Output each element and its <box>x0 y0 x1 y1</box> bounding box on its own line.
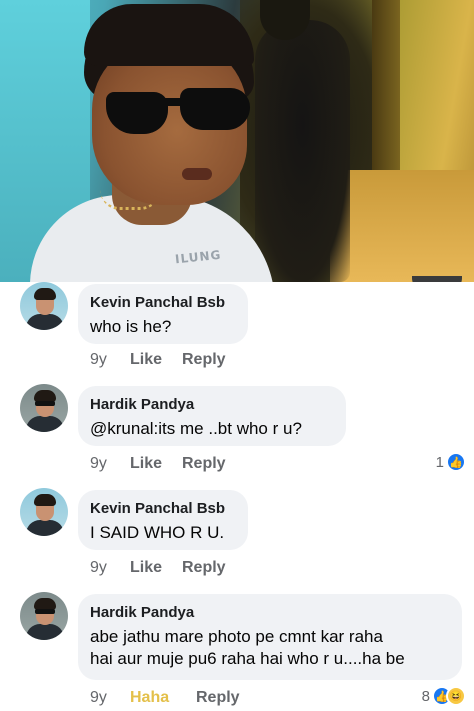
like-button[interactable]: Like <box>130 350 182 370</box>
haha-reaction-button[interactable]: Haha <box>130 688 196 708</box>
avatar[interactable] <box>20 384 68 432</box>
laughing-face-icon: 😆 <box>446 686 466 706</box>
commenter-name[interactable]: Kevin Panchal Bsb <box>90 499 234 519</box>
reaction-number: 8 <box>421 687 430 705</box>
comment-actions: 9y Like Reply <box>90 558 226 578</box>
reply-button[interactable]: Reply <box>182 558 226 578</box>
avatar[interactable] <box>20 592 68 640</box>
comment-time[interactable]: 9y <box>90 454 130 474</box>
avatar-glasses <box>35 609 55 614</box>
comment-bubble[interactable]: Kevin Panchal Bsb I SAID WHO R U. <box>78 490 248 550</box>
photo-hair-top <box>84 4 254 66</box>
comment-text: @krunal:its me ..bt who r u? <box>90 419 302 438</box>
reply-button[interactable]: Reply <box>182 454 226 474</box>
reaction-count[interactable]: 8 👍 😆 <box>422 686 466 706</box>
like-button[interactable]: Like <box>130 454 182 474</box>
comment-time[interactable]: 9y <box>90 688 130 708</box>
post-photo[interactable]: ILUNG <box>0 0 474 282</box>
comment-text-line-2: hai aur muje pu6 raha hai who r u....ha … <box>90 649 405 668</box>
photo-sunglasses-right <box>180 88 250 130</box>
avatar-body <box>26 624 64 640</box>
avatar-body <box>26 314 64 330</box>
reaction-number: 1 <box>435 453 444 471</box>
avatar[interactable] <box>20 488 68 536</box>
photo-door <box>372 0 400 180</box>
photo-options-tab[interactable] <box>412 276 462 282</box>
comment-bubble[interactable]: Hardik Pandya @krunal:its me ..bt who r … <box>78 386 346 446</box>
comment-time[interactable]: 9y <box>90 558 130 578</box>
comment-time[interactable]: 9y <box>90 350 130 370</box>
comment-actions: 9y Like Reply <box>90 454 226 474</box>
thumbs-up-icon: 👍 <box>446 452 466 472</box>
comment-text: who is he? <box>90 317 172 336</box>
comment-actions: 9y Haha Reply <box>90 688 240 708</box>
comment-bubble[interactable]: Hardik Pandya abe jathu mare photo pe cm… <box>78 594 462 680</box>
photo-mouth <box>182 168 212 180</box>
reply-button[interactable]: Reply <box>196 688 240 708</box>
photo-background-person <box>255 20 350 282</box>
avatar-hair <box>34 288 56 300</box>
comment-bubble[interactable]: Kevin Panchal Bsb who is he? <box>78 284 248 344</box>
photo-floor <box>330 170 474 282</box>
avatar-body <box>26 520 64 536</box>
reaction-count[interactable]: 1 👍 <box>436 452 466 472</box>
comment-actions: 9y Like Reply <box>90 350 226 370</box>
reply-button[interactable]: Reply <box>182 350 226 370</box>
commenter-name[interactable]: Hardik Pandya <box>90 603 448 623</box>
photo-sunglasses-left <box>106 92 168 134</box>
commenter-name[interactable]: Kevin Panchal Bsb <box>90 293 234 313</box>
avatar-hair <box>34 494 56 506</box>
comment-text-line-1: abe jathu mare photo pe cmnt kar raha <box>90 627 383 646</box>
comment-text: I SAID WHO R U. <box>90 523 225 542</box>
avatar[interactable] <box>20 282 68 330</box>
like-button[interactable]: Like <box>130 558 182 578</box>
commenter-name[interactable]: Hardik Pandya <box>90 395 332 415</box>
avatar-glasses <box>35 401 55 406</box>
avatar-body <box>26 416 64 432</box>
